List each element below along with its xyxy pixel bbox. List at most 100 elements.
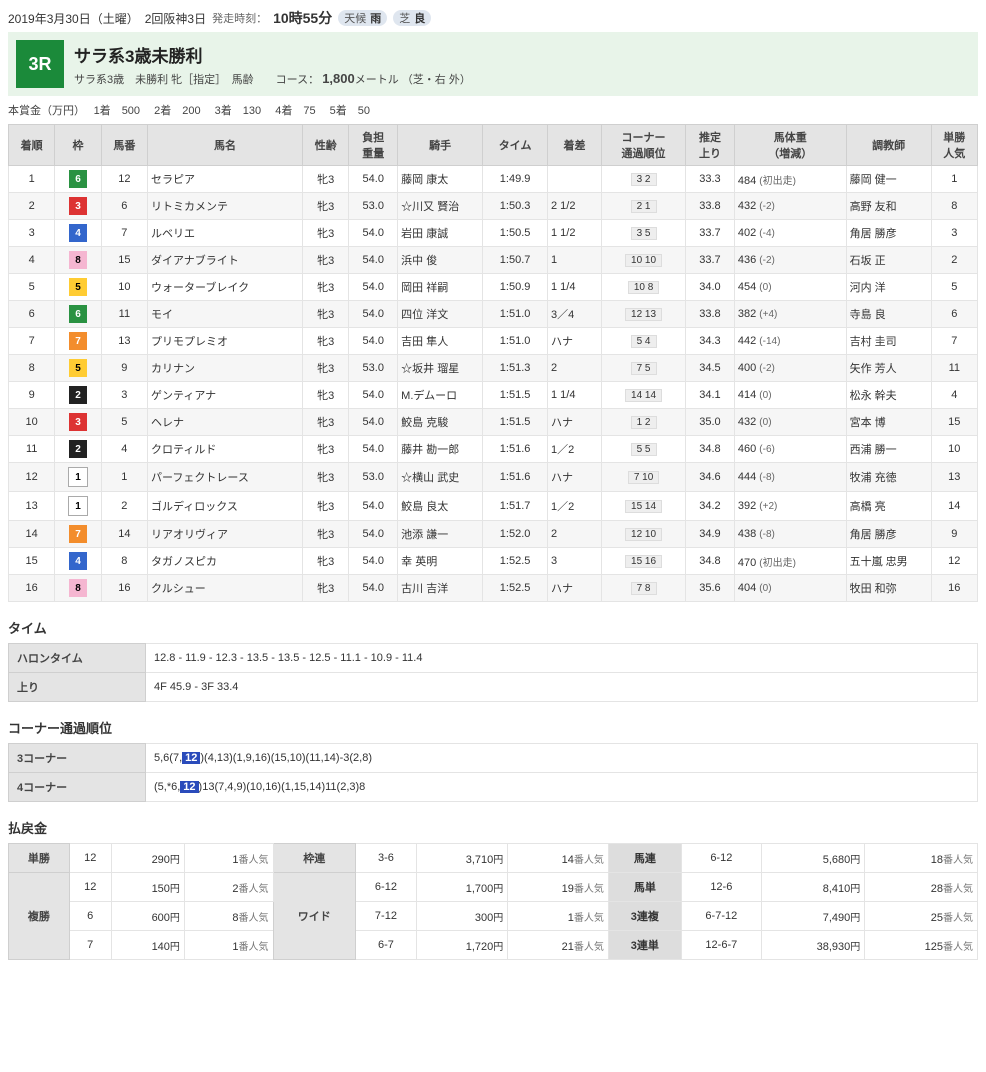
cell-jockey[interactable]: 幸 英明 (398, 548, 483, 575)
cell-sexage: 牝3 (303, 247, 349, 274)
table-row: 4815ダイアナブライト牝354.0浜中 俊1:50.7110 1033.743… (9, 247, 978, 274)
cell-corner: 7 10 (602, 463, 686, 492)
cell-jockey[interactable]: 藤岡 康太 (398, 166, 483, 193)
cell-name[interactable]: ウォーターブレイク (148, 274, 303, 301)
cell-num: 10 (101, 274, 147, 301)
cell-jockey[interactable]: ☆川又 賢治 (398, 193, 483, 220)
cell-name[interactable]: リトミカメンテ (148, 193, 303, 220)
corner3-value: 5,6(7,12)(4,13)(1,9,16)(15,10)(11,14)-3(… (146, 744, 978, 773)
cell-name[interactable]: カリナン (148, 355, 303, 382)
agari-label: 上り (9, 673, 146, 702)
cell-trainer[interactable]: 藤岡 健一 (846, 166, 931, 193)
cell-trainer[interactable]: 吉村 圭司 (846, 328, 931, 355)
cell-trainer[interactable]: 角居 勝彦 (846, 220, 931, 247)
cell-trainer[interactable]: 牧浦 充徳 (846, 463, 931, 492)
cell-jockey[interactable]: M.デムーロ (398, 382, 483, 409)
cell-name[interactable]: クルシュー (148, 575, 303, 602)
cell-trainer[interactable]: 五十嵐 忠男 (846, 548, 931, 575)
corner-section-title: コーナー通過順位 (8, 718, 978, 737)
cell-name[interactable]: パーフェクトレース (148, 463, 303, 492)
cell-num: 8 (101, 548, 147, 575)
cell-weight: 54.0 (349, 220, 398, 247)
cell-rank: 9 (9, 382, 55, 409)
cell-time: 1:50.7 (483, 247, 548, 274)
cell-time: 1:50.3 (483, 193, 548, 220)
cell-jockey[interactable]: 池添 謙一 (398, 521, 483, 548)
umaren-yen: 5,680円 (761, 844, 864, 873)
cell-corner: 5 5 (602, 436, 686, 463)
cell-trainer[interactable]: 石坂 正 (846, 247, 931, 274)
cell-jockey[interactable]: 浜中 俊 (398, 247, 483, 274)
col-name: 馬名 (148, 125, 303, 166)
cell-jockey[interactable]: 古川 吉洋 (398, 575, 483, 602)
wakuren-label: 枠連 (273, 844, 355, 873)
cell-pop: 10 (931, 436, 977, 463)
cell-corner: 3 2 (602, 166, 686, 193)
cell-corner: 10 8 (602, 274, 686, 301)
cell-name[interactable]: プリモプレミオ (148, 328, 303, 355)
cell-pop: 15 (931, 409, 977, 436)
cell-rank: 14 (9, 521, 55, 548)
cell-corner: 15 14 (602, 492, 686, 521)
cell-trainer[interactable]: 牧田 和弥 (846, 575, 931, 602)
cell-trainer[interactable]: 松永 幹夫 (846, 382, 931, 409)
cell-name[interactable]: クロティルド (148, 436, 303, 463)
cell-num: 2 (101, 492, 147, 521)
cell-jockey[interactable]: 岡田 祥嗣 (398, 274, 483, 301)
cell-trainer[interactable]: 角居 勝彦 (846, 521, 931, 548)
cell-trainer[interactable]: 西浦 勝一 (846, 436, 931, 463)
cell-pop: 13 (931, 463, 977, 492)
cell-jockey[interactable]: 鮫島 良太 (398, 492, 483, 521)
cell-name[interactable]: ヘレナ (148, 409, 303, 436)
cell-waku: 3 (55, 193, 101, 220)
cell-jockey[interactable]: 鮫島 克駿 (398, 409, 483, 436)
cell-corner: 1 2 (602, 409, 686, 436)
cell-name[interactable]: セラピア (148, 166, 303, 193)
cell-name[interactable]: ゴルディロックス (148, 492, 303, 521)
cell-sexage: 牝3 (303, 521, 349, 548)
cell-pop: 1 (931, 166, 977, 193)
corner4-label: 4コーナー (9, 773, 146, 802)
cell-rank: 12 (9, 463, 55, 492)
sanpuku-label: 3連複 (608, 902, 681, 931)
cell-name[interactable]: ダイアナブライト (148, 247, 303, 274)
cell-weight: 54.0 (349, 492, 398, 521)
cell-name[interactable]: リアオリヴィア (148, 521, 303, 548)
cell-trainer[interactable]: 寺島 良 (846, 301, 931, 328)
cell-trainer[interactable]: 矢作 芳人 (846, 355, 931, 382)
cell-margin: 1 1/4 (548, 382, 602, 409)
cell-trainer[interactable]: 河内 洋 (846, 274, 931, 301)
start-label: 発走時刻： (212, 10, 267, 26)
cell-jockey[interactable]: 四位 洋文 (398, 301, 483, 328)
cell-trainer[interactable]: 高橋 亮 (846, 492, 931, 521)
cell-num: 13 (101, 328, 147, 355)
cell-name[interactable]: タガノスピカ (148, 548, 303, 575)
col-weight: 負担 重量 (349, 125, 398, 166)
cell-num: 3 (101, 382, 147, 409)
cell-corner: 10 10 (602, 247, 686, 274)
cell-name[interactable]: ゲンティアナ (148, 382, 303, 409)
cell-last: 33.8 (686, 301, 735, 328)
cell-name[interactable]: モイ (148, 301, 303, 328)
col-sexage: 性齢 (303, 125, 349, 166)
cell-waku: 3 (55, 409, 101, 436)
cell-trainer[interactable]: 宮本 博 (846, 409, 931, 436)
cell-time: 1:51.0 (483, 328, 548, 355)
cell-num: 15 (101, 247, 147, 274)
cell-last: 35.6 (686, 575, 735, 602)
cell-trainer[interactable]: 高野 友和 (846, 193, 931, 220)
cell-jockey[interactable]: 吉田 隼人 (398, 328, 483, 355)
cell-rank: 8 (9, 355, 55, 382)
cell-weight: 54.0 (349, 301, 398, 328)
cell-jockey[interactable]: ☆坂井 瑠星 (398, 355, 483, 382)
cell-margin: ハナ (548, 575, 602, 602)
santan-label: 3連単 (608, 931, 681, 960)
cell-jockey[interactable]: 岩田 康誠 (398, 220, 483, 247)
wakuren-num: 3-6 (355, 844, 416, 873)
cell-jockey[interactable]: 藤井 勘一郎 (398, 436, 483, 463)
cell-time: 1:49.9 (483, 166, 548, 193)
umaren-label: 馬連 (608, 844, 681, 873)
cell-time: 1:52.5 (483, 575, 548, 602)
cell-name[interactable]: ルベリエ (148, 220, 303, 247)
cell-jockey[interactable]: ☆横山 武史 (398, 463, 483, 492)
